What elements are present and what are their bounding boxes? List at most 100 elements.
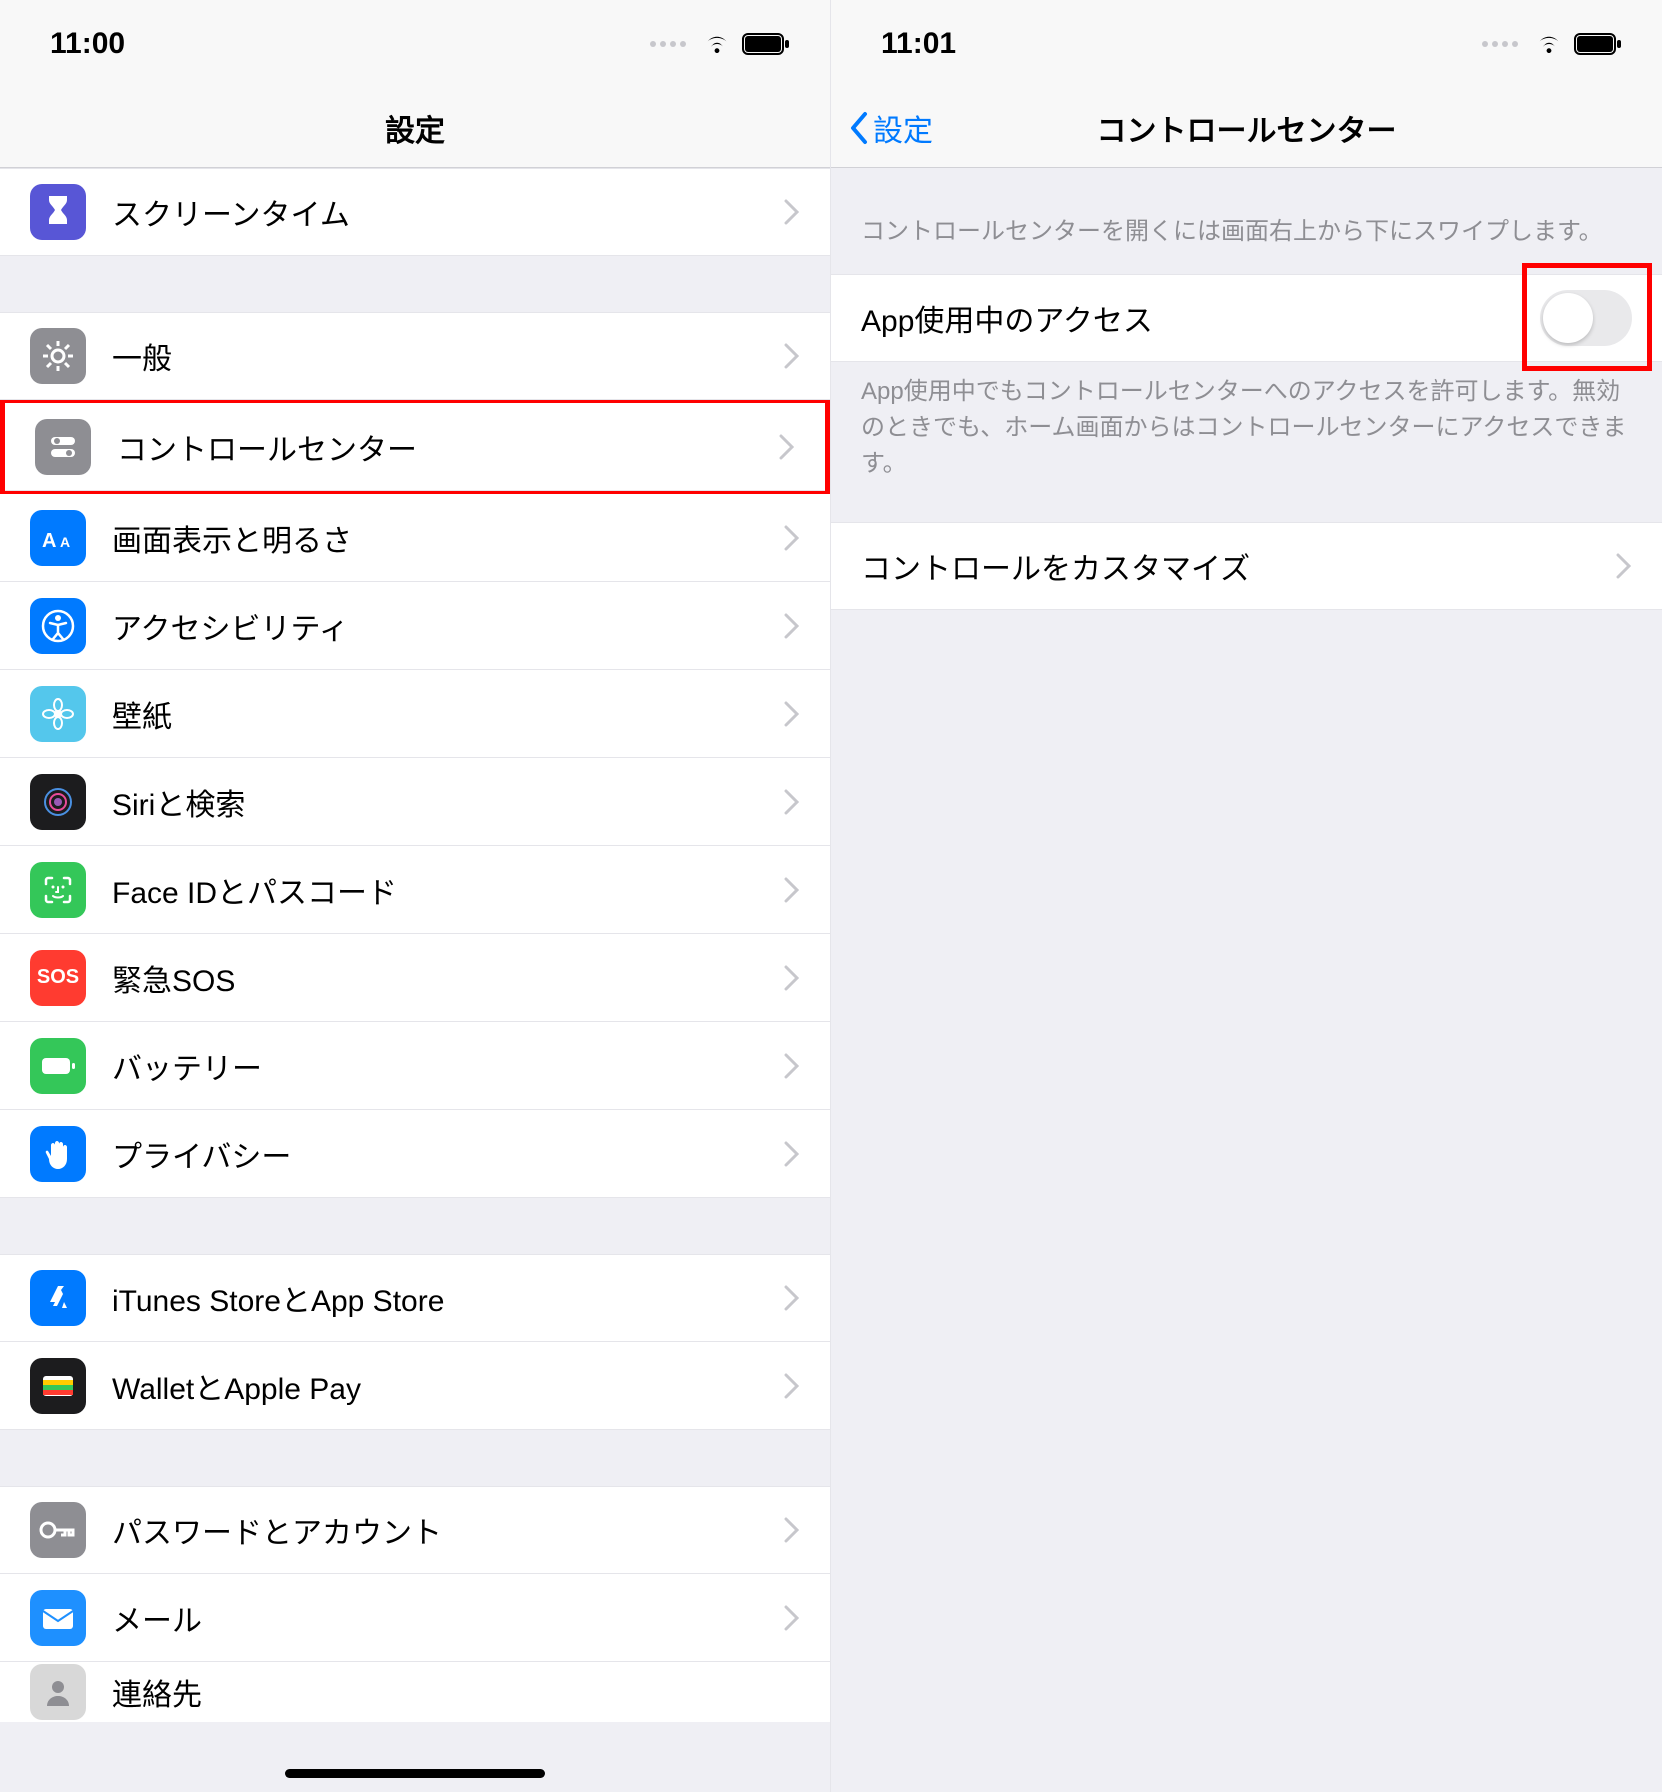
- settings-list[interactable]: スクリーンタイム 一般 コントロールセンター AA 画面表示: [0, 168, 830, 1792]
- sos-icon: SOS: [30, 950, 86, 1006]
- faceid-icon: [30, 862, 86, 918]
- row-label: 緊急SOS: [112, 956, 784, 1000]
- wifi-icon: [1534, 33, 1564, 55]
- row-label: コントロールをカスタマイズ: [861, 544, 1616, 588]
- wallet-icon: [30, 1358, 86, 1414]
- contacts-icon: [30, 1664, 86, 1720]
- settings-screen: 11:00 設定 スクリーンタイム 一般: [0, 0, 831, 1792]
- toggle-knob: [1543, 293, 1593, 343]
- row-label: 一般: [112, 334, 784, 378]
- chevron-right-icon: [784, 965, 800, 991]
- row-contacts[interactable]: 連絡先: [0, 1662, 830, 1722]
- control-center-content: コントロールセンターを開くには画面右上から下にスワイプします。 App使用中のア…: [831, 168, 1662, 1792]
- svg-text:A: A: [60, 534, 70, 550]
- row-label: パスワードとアカウント: [112, 1508, 784, 1552]
- chevron-right-icon: [784, 1141, 800, 1167]
- row-control-center[interactable]: コントロールセンター: [5, 403, 825, 491]
- gear-icon: [30, 328, 86, 384]
- status-right: [1482, 33, 1622, 55]
- page-dots-icon: [650, 41, 686, 47]
- status-time: 11:00: [50, 27, 125, 61]
- row-passwords[interactable]: パスワードとアカウント: [0, 1486, 830, 1574]
- chevron-right-icon: [784, 1605, 800, 1631]
- chevron-right-icon: [1616, 553, 1632, 579]
- row-label: iTunes StoreとApp Store: [112, 1276, 784, 1320]
- row-label: 壁紙: [112, 692, 784, 736]
- row-itunes[interactable]: iTunes StoreとApp Store: [0, 1254, 830, 1342]
- flower-icon: [30, 686, 86, 742]
- hand-icon: [30, 1126, 86, 1182]
- row-label: App使用中のアクセス: [861, 296, 1540, 340]
- chevron-right-icon: [784, 343, 800, 369]
- text-size-icon: AA: [30, 510, 86, 566]
- hourglass-icon: [30, 184, 86, 240]
- row-screen-time[interactable]: スクリーンタイム: [0, 168, 830, 256]
- status-time: 11:01: [881, 27, 956, 61]
- row-label: アクセシビリティ: [112, 604, 784, 648]
- mail-icon: [30, 1590, 86, 1646]
- intro-text: コントロールセンターを開くには画面右上から下にスワイプします。: [831, 168, 1662, 274]
- status-bar: 11:01: [831, 0, 1662, 88]
- page-dots-icon: [1482, 41, 1518, 47]
- row-label: コントロールセンター: [117, 425, 779, 469]
- nav-header: 設定: [0, 88, 830, 168]
- chevron-right-icon: [784, 1053, 800, 1079]
- row-label: Face IDとパスコード: [112, 868, 784, 912]
- chevron-right-icon: [784, 613, 800, 639]
- row-wallet[interactable]: WalletとApple Pay: [0, 1342, 830, 1430]
- chevron-right-icon: [784, 877, 800, 903]
- back-label: 設定: [873, 106, 933, 150]
- row-customize-controls[interactable]: コントロールをカスタマイズ: [831, 522, 1662, 610]
- row-general[interactable]: 一般: [0, 312, 830, 400]
- row-privacy[interactable]: プライバシー: [0, 1110, 830, 1198]
- chevron-left-icon: [847, 110, 869, 146]
- back-button[interactable]: 設定: [847, 106, 933, 150]
- row-battery[interactable]: バッテリー: [0, 1022, 830, 1110]
- status-bar: 11:00: [0, 0, 830, 88]
- row-siri[interactable]: Siriと検索: [0, 758, 830, 846]
- chevron-right-icon: [784, 701, 800, 727]
- status-right: [650, 33, 790, 55]
- row-faceid[interactable]: Face IDとパスコード: [0, 846, 830, 934]
- sos-text: SOS: [37, 966, 79, 989]
- row-sos[interactable]: SOS 緊急SOS: [0, 934, 830, 1022]
- row-wallpaper[interactable]: 壁紙: [0, 670, 830, 758]
- chevron-right-icon: [784, 789, 800, 815]
- row-label: Siriと検索: [112, 780, 784, 824]
- home-indicator[interactable]: [285, 1769, 545, 1778]
- highlight-control-center: コントロールセンター: [0, 398, 830, 496]
- battery-icon: [742, 33, 790, 55]
- control-center-screen: 11:01 設定 コントロールセンター コントロールセンターを開くには画面右上か…: [831, 0, 1662, 1792]
- accessibility-icon: [30, 598, 86, 654]
- key-icon: [30, 1502, 86, 1558]
- chevron-right-icon: [784, 1517, 800, 1543]
- battery-icon: [1574, 33, 1622, 55]
- chevron-right-icon: [779, 434, 795, 460]
- row-label: 連絡先: [112, 1670, 800, 1714]
- row-label: メール: [112, 1596, 784, 1640]
- access-toggle[interactable]: [1540, 290, 1632, 346]
- chevron-right-icon: [784, 199, 800, 225]
- row-access-in-apps[interactable]: App使用中のアクセス: [831, 274, 1662, 362]
- row-accessibility[interactable]: アクセシビリティ: [0, 582, 830, 670]
- appstore-icon: [30, 1270, 86, 1326]
- svg-text:A: A: [42, 530, 56, 552]
- access-footer-text: App使用中でもコントロールセンターへのアクセスを許可します。無効のときでも、ホ…: [831, 362, 1662, 496]
- chevron-right-icon: [784, 1373, 800, 1399]
- toggles-icon: [35, 419, 91, 475]
- row-mail[interactable]: メール: [0, 1574, 830, 1662]
- nav-title: コントロールセンター: [1097, 106, 1397, 150]
- wifi-icon: [702, 33, 732, 55]
- row-display[interactable]: AA 画面表示と明るさ: [0, 494, 830, 582]
- nav-header: 設定 コントロールセンター: [831, 88, 1662, 168]
- row-label: スクリーンタイム: [112, 190, 784, 234]
- row-label: バッテリー: [112, 1044, 784, 1088]
- row-label: WalletとApple Pay: [112, 1364, 784, 1408]
- siri-icon: [30, 774, 86, 830]
- chevron-right-icon: [784, 1285, 800, 1311]
- row-label: プライバシー: [112, 1132, 784, 1176]
- chevron-right-icon: [784, 525, 800, 551]
- battery-setting-icon: [30, 1038, 86, 1094]
- nav-title: 設定: [385, 106, 445, 150]
- row-label: 画面表示と明るさ: [112, 516, 784, 560]
